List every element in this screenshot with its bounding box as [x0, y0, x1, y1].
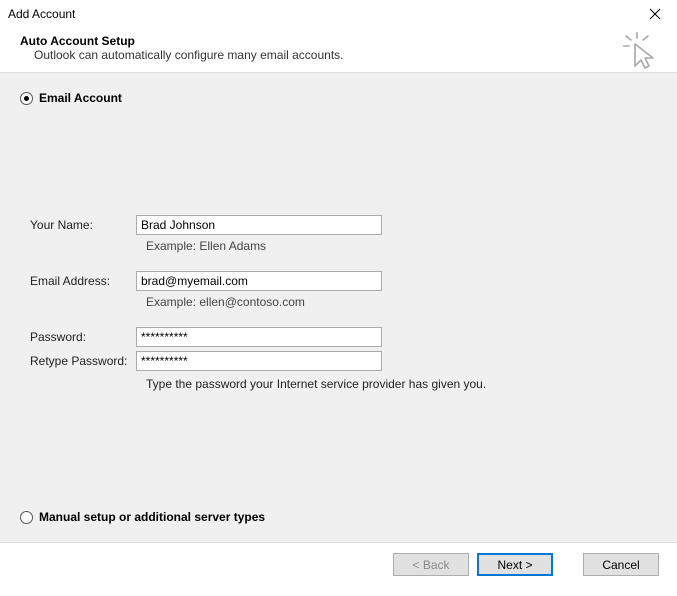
- password-row: Password:: [30, 327, 657, 347]
- wizard-footer: < Back Next > Cancel: [0, 542, 677, 586]
- name-row: Your Name:: [30, 215, 657, 235]
- manual-setup-label: Manual setup or additional server types: [39, 510, 265, 524]
- cancel-button[interactable]: Cancel: [583, 553, 659, 576]
- password-label: Password:: [30, 330, 136, 344]
- retype-row: Retype Password:: [30, 351, 657, 371]
- email-account-option[interactable]: Email Account: [20, 91, 657, 105]
- password-hint: Type the password your Internet service …: [146, 377, 657, 391]
- page-heading: Auto Account Setup: [20, 34, 657, 48]
- email-account-label: Email Account: [39, 91, 122, 105]
- name-example: Example: Ellen Adams: [146, 239, 657, 253]
- email-label: Email Address:: [30, 274, 136, 288]
- retype-label: Retype Password:: [30, 354, 136, 368]
- name-input[interactable]: [136, 215, 382, 235]
- email-example: Example: ellen@contoso.com: [146, 295, 657, 309]
- window-title: Add Account: [8, 7, 75, 21]
- retype-input[interactable]: [136, 351, 382, 371]
- close-button[interactable]: [641, 0, 669, 28]
- next-button[interactable]: Next >: [477, 553, 553, 576]
- wizard-header: Auto Account Setup Outlook can automatic…: [0, 28, 677, 72]
- cursor-click-icon: [623, 32, 657, 73]
- name-label: Your Name:: [30, 218, 136, 232]
- radio-icon: [20, 92, 33, 105]
- titlebar: Add Account: [0, 0, 677, 28]
- manual-setup-option[interactable]: Manual setup or additional server types: [20, 510, 265, 524]
- email-row: Email Address:: [30, 271, 657, 291]
- back-button: < Back: [393, 553, 469, 576]
- password-input[interactable]: [136, 327, 382, 347]
- account-form: Your Name: Example: Ellen Adams Email Ad…: [30, 215, 657, 391]
- close-icon: [649, 8, 661, 20]
- email-input[interactable]: [136, 271, 382, 291]
- page-subheading: Outlook can automatically configure many…: [20, 48, 657, 62]
- wizard-body: Email Account Your Name: Example: Ellen …: [0, 73, 677, 542]
- radio-icon: [20, 511, 33, 524]
